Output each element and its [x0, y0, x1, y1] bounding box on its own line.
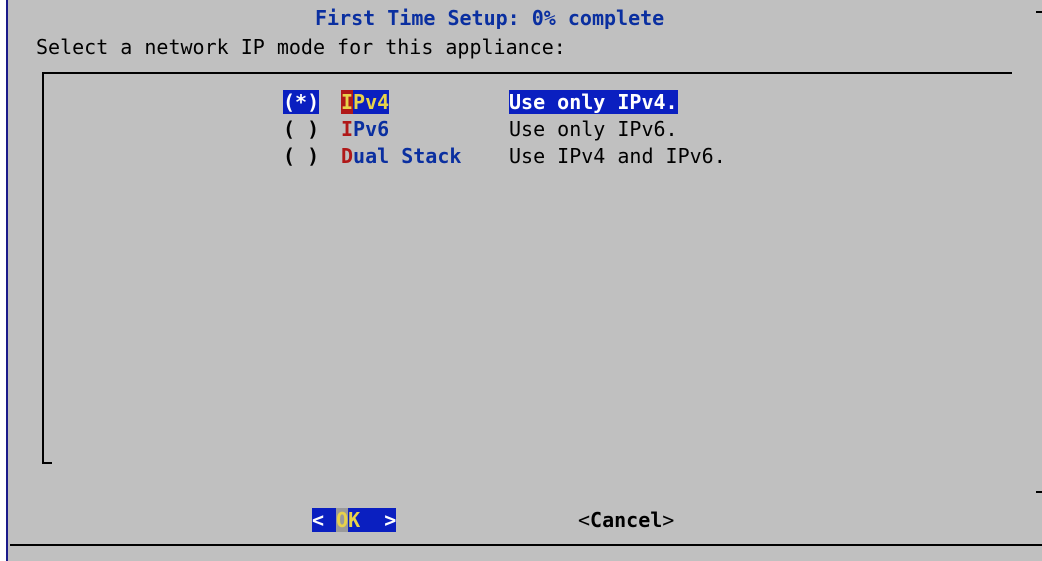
option-dual-stack-tag: Dual Stack — [341, 144, 461, 168]
frame-tick-top — [1036, 11, 1042, 13]
ok-button-label: K — [348, 508, 373, 532]
ok-button-left-bracket: < — [312, 508, 337, 532]
ok-button-hotkey: O — [336, 508, 349, 532]
window-left-border — [6, 0, 8, 561]
ok-button-right-bracket: > — [372, 508, 397, 532]
dialog-bottom-border — [10, 544, 1042, 546]
cancel-button-label: Cancel — [590, 508, 663, 532]
option-ipv4-hotkey: I — [341, 90, 354, 114]
cancel-button-open: < — [578, 508, 591, 532]
radio-dual-stack[interactable]: ( ) — [283, 144, 319, 168]
option-dual-stack-label: ual Stack — [353, 144, 462, 168]
option-ipv4-description: Use only IPv4. — [509, 90, 678, 114]
cancel-button-close: > — [662, 508, 675, 532]
list-border-corner — [42, 462, 52, 464]
option-ipv4-label: Pv4 — [353, 90, 390, 114]
cancel-button[interactable]: <Cancel> — [578, 508, 674, 532]
option-ipv6-hotkey: I — [341, 117, 354, 141]
ok-button[interactable]: < OK > — [312, 508, 397, 532]
frame-tick-bottom — [1036, 491, 1042, 493]
dialog-prompt: Select a network IP mode for this applia… — [36, 35, 566, 59]
option-ipv6-label: Pv6 — [353, 117, 390, 141]
radio-ipv6[interactable]: ( ) — [283, 117, 319, 141]
radio-ipv4[interactable]: (*) — [283, 90, 320, 114]
option-ipv6-tag: IPv6 — [341, 117, 389, 141]
option-ipv6-description: Use only IPv6. — [509, 117, 678, 141]
dialog-title: First Time Setup: 0% complete — [315, 6, 665, 30]
option-ipv4-tag: IPv4 — [341, 90, 390, 114]
option-dual-stack-description: Use IPv4 and IPv6. — [509, 144, 726, 168]
option-dual-stack-hotkey: D — [341, 144, 354, 168]
